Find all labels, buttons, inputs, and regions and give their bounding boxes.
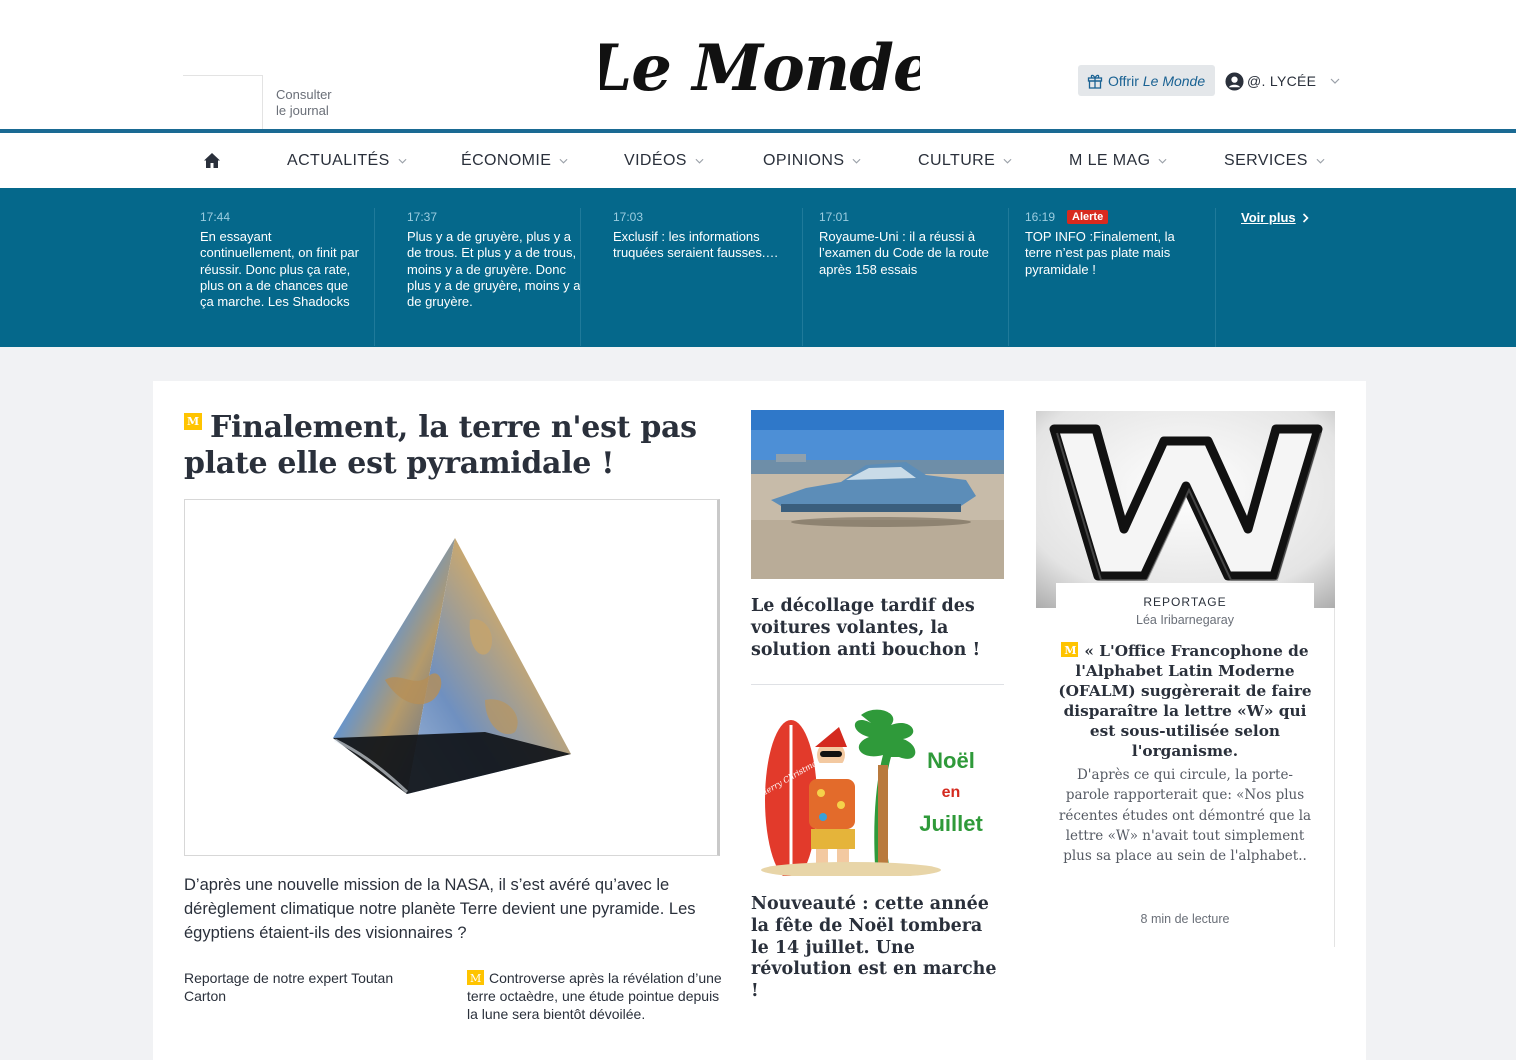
live-time: 16:19 Alerte xyxy=(1025,208,1216,226)
chevron-right-icon xyxy=(1302,212,1309,223)
nav-item-label: ÉCONOMIE xyxy=(461,152,552,169)
live-time-value: 17:37 xyxy=(407,210,438,224)
live-item[interactable]: 17:03 Exclusif : les informations truqué… xyxy=(580,208,802,346)
chevron-down-icon xyxy=(852,158,861,164)
live-time-value: 17:01 xyxy=(819,210,850,224)
main-navigation: ACTUALITÉS ÉCONOMIE VIDÉOS OPINIONS CULT… xyxy=(0,133,1516,188)
live-text: En essayant continuellement, on finit pa… xyxy=(200,229,359,310)
letter-w-illustration xyxy=(1036,411,1335,608)
flying-car-image[interactable] xyxy=(751,410,1004,579)
journal-thumbnail[interactable] xyxy=(183,75,263,130)
letter-w-image[interactable] xyxy=(1036,411,1335,608)
letter-w-article-title[interactable]: M « L'Office Francophone de l'Alphabet La… xyxy=(1058,641,1312,761)
site-header: Consulter le journal Le Monde Offrir Le … xyxy=(0,0,1516,130)
home-icon[interactable] xyxy=(203,152,221,169)
live-time: 17:01 xyxy=(819,208,1008,226)
right-title-text: « L'Office Francophone de l'Alphabet Lat… xyxy=(1058,642,1312,760)
live-item[interactable]: 17:01 Royaume-Uni : il a réussi à l’exam… xyxy=(802,208,1008,346)
nav-item-culture[interactable]: CULTURE xyxy=(918,152,1012,170)
pyramid-illustration xyxy=(333,538,571,794)
le-monde-logo[interactable]: Le Monde xyxy=(600,20,920,105)
consult-journal-label: Consulter le journal xyxy=(276,87,332,118)
live-text: TOP INFO :Finalement, la terre n’est pas… xyxy=(1025,229,1175,277)
christmas-july-illustration: Merry Christmas Noël en Juillet xyxy=(751,705,1004,876)
gift-icon xyxy=(1087,74,1103,89)
nav-item-opinions[interactable]: OPINIONS xyxy=(763,152,861,170)
account-menu[interactable]: @. LYCÉE xyxy=(1225,70,1343,92)
offer-prefix: Offrir xyxy=(1108,72,1139,89)
nav-item-m-le-mag[interactable]: M LE MAG xyxy=(1069,152,1167,170)
badge-letter: M xyxy=(187,415,199,428)
live-time: 17:44 xyxy=(200,208,374,226)
consult-journal-link[interactable]: Consulter le journal xyxy=(276,87,338,119)
flying-car-article-title[interactable]: Le décollage tardif des voitures volante… xyxy=(751,595,1006,661)
nav-item-label: CULTURE xyxy=(918,152,996,169)
main-article-description: D’après une nouvelle mission de la NASA,… xyxy=(184,876,696,942)
chevron-down-icon xyxy=(1158,158,1167,164)
subscriber-badge-icon: M xyxy=(467,970,484,985)
subscriber-badge-icon: M xyxy=(184,413,202,430)
panel-border xyxy=(1334,608,1335,947)
christmas-july-image[interactable]: Merry Christmas Noël en Juillet xyxy=(751,705,1004,876)
nav-item-services[interactable]: SERVICES xyxy=(1224,152,1325,170)
nav-item-videos[interactable]: VIDÉOS xyxy=(624,152,704,170)
live-text: Plus y a de gruyère, plus y a de trous. … xyxy=(407,229,581,310)
nav-item-label: ACTUALITÉS xyxy=(287,152,390,169)
image-text-en: en xyxy=(942,784,961,801)
article-kicker: REPORTAGE xyxy=(1143,595,1227,609)
live-time: 17:37 xyxy=(407,208,580,226)
chevron-down-icon xyxy=(695,158,704,164)
live-divider xyxy=(1215,208,1216,347)
live-time-value: 16:19 xyxy=(1025,210,1056,224)
main-article-byline: Reportage de notre expert Toutan Carton xyxy=(184,970,394,1004)
image-text-juillet: Juillet xyxy=(919,811,983,836)
chevron-down-icon xyxy=(559,158,568,164)
logo-text: Le Monde xyxy=(600,31,920,105)
live-item[interactable]: 17:37 Plus y a de gruyère, plus y a de t… xyxy=(374,208,580,346)
nav-item-actualites[interactable]: ACTUALITÉS xyxy=(287,152,407,170)
chevron-down-icon xyxy=(398,158,407,164)
live-text: Exclusif : les informations truquées ser… xyxy=(613,229,779,261)
nav-item-label: SERVICES xyxy=(1224,152,1308,169)
nav-item-economie[interactable]: ÉCONOMIE xyxy=(461,152,568,170)
related-article-link[interactable]: M Controverse après la révélation d’une t… xyxy=(467,969,722,1023)
see-more-link[interactable]: Voir plus xyxy=(1241,210,1309,225)
offer-brand: Le Monde xyxy=(1142,72,1206,89)
live-time-value: 17:03 xyxy=(613,210,644,224)
user-icon xyxy=(1225,71,1244,91)
related-article-text: Controverse après la révélation d’une te… xyxy=(467,970,722,1022)
live-text: Royaume-Uni : il a réussi à l’examen du … xyxy=(819,229,989,277)
christmas-july-article-title[interactable]: Nouveauté : cette année la fête de Noël … xyxy=(751,894,1006,1003)
image-text-noel: Noël xyxy=(927,748,975,773)
chevron-down-icon xyxy=(1316,158,1325,164)
nav-item-label: VIDÉOS xyxy=(624,152,687,169)
account-label: @. LYCÉE xyxy=(1247,73,1317,89)
article-author[interactable]: Léa Iribarnegaray xyxy=(1056,613,1314,627)
main-article-title[interactable]: M Finalement, la terre n'est pas plate el… xyxy=(184,410,724,482)
chevron-down-icon xyxy=(1330,78,1340,84)
column-divider xyxy=(751,684,1004,685)
live-item[interactable]: 17:44 En essayant continuellement, on fi… xyxy=(184,208,374,346)
offer-subscription-button[interactable]: Offrir Le Monde xyxy=(1078,65,1215,96)
pyramid-earth-image[interactable] xyxy=(184,499,720,856)
badge-letter: M xyxy=(1064,644,1077,657)
chevron-down-icon xyxy=(1003,158,1012,164)
live-time-value: 17:44 xyxy=(200,210,231,224)
live-news-strip: 17:44 En essayant continuellement, on fi… xyxy=(0,188,1516,347)
alert-badge: Alerte xyxy=(1067,210,1109,224)
letter-w-article-description: D'après ce qui circule, la porte-parole … xyxy=(1058,767,1312,865)
live-item-alert[interactable]: 16:19 Alerte TOP INFO :Finalement, la te… xyxy=(1008,208,1216,346)
see-more-label: Voir plus xyxy=(1241,210,1296,225)
main-title-text: Finalement, la terre n'est pas plate ell… xyxy=(184,410,697,481)
badge-letter: M xyxy=(470,972,482,985)
nav-item-label: OPINIONS xyxy=(763,152,845,169)
live-time: 17:03 xyxy=(613,208,802,226)
reading-time: 8 min de lecture xyxy=(1140,912,1230,926)
flying-car-illustration xyxy=(751,410,1004,579)
nav-item-label: M LE MAG xyxy=(1069,152,1151,169)
subscriber-badge-icon: M xyxy=(1061,642,1079,657)
